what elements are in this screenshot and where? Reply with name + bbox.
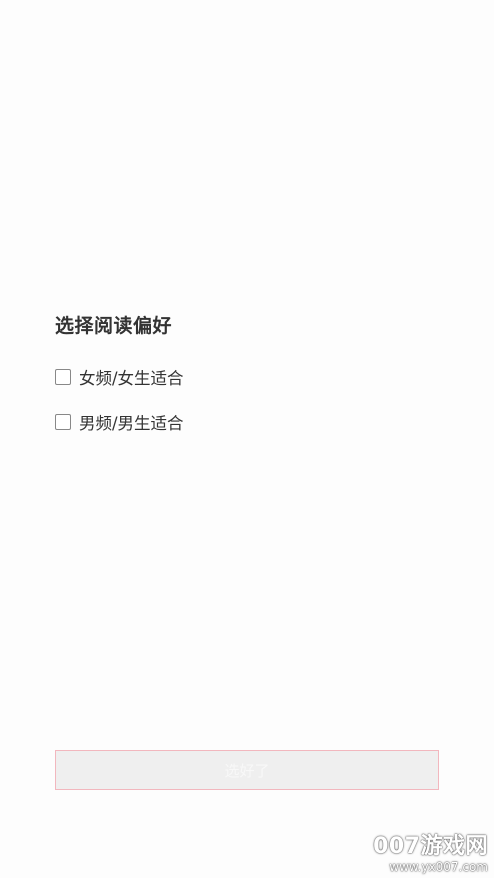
preference-title: 选择阅读偏好 [55,315,173,337]
watermark: 007游戏网 www.yx007.com [373,834,488,874]
watermark-url: www.yx007.com [389,860,488,874]
male-checkbox[interactable] [55,414,71,430]
option-male[interactable]: 男频/男生适合 [55,411,184,433]
female-checkbox[interactable] [55,369,71,385]
confirm-button[interactable]: 选好了 [55,750,439,790]
male-option-label: 男频/男生适合 [79,414,184,433]
watermark-brand: 007游戏网 [373,834,488,859]
option-female[interactable]: 女频/女生适合 [55,366,184,388]
female-option-label: 女频/女生适合 [79,369,184,388]
